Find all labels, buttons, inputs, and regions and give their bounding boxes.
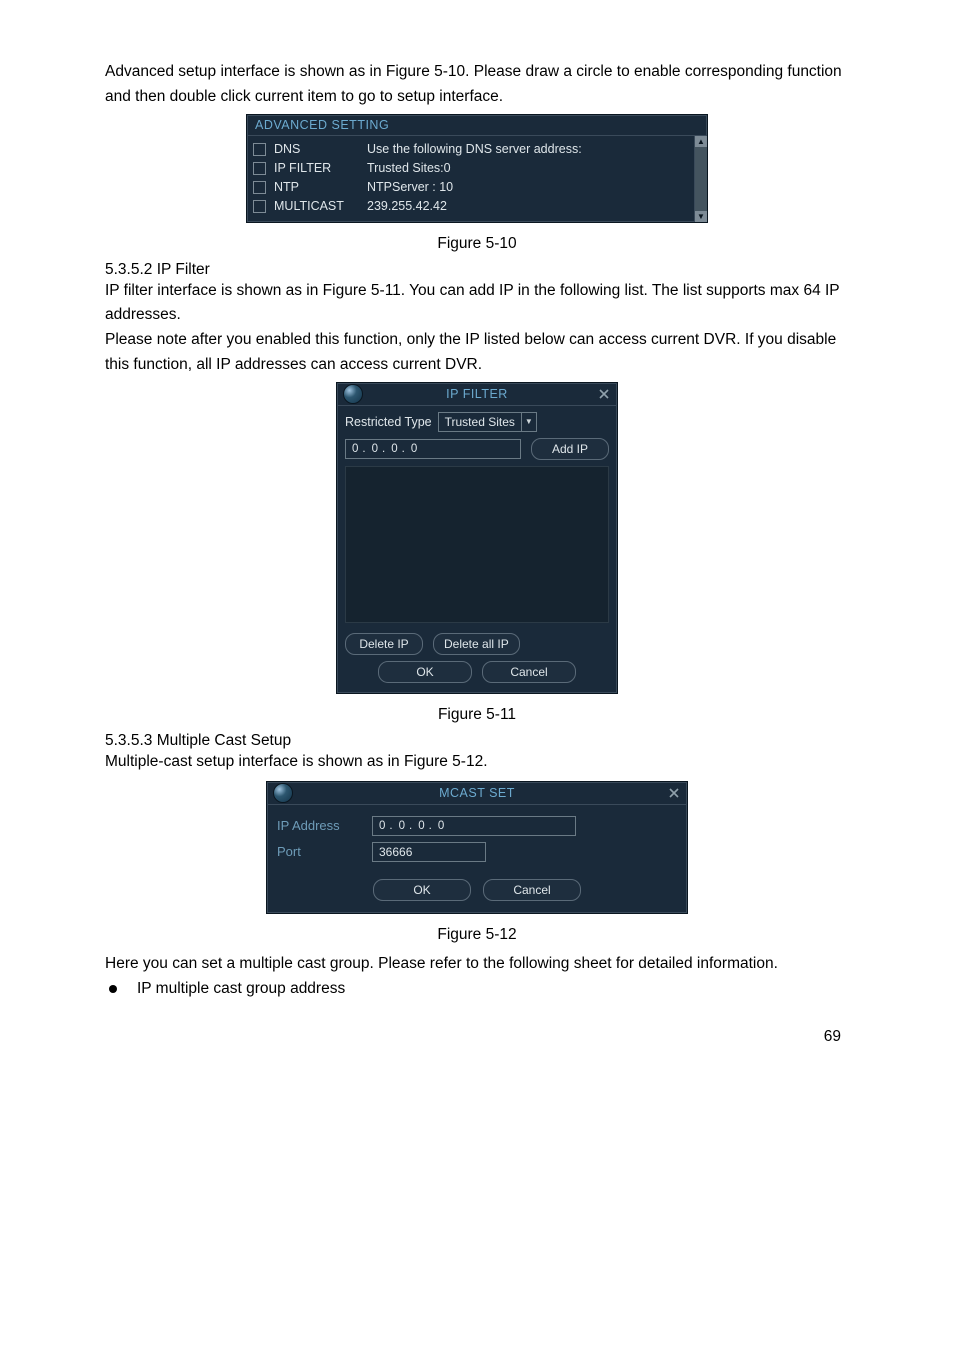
page-number: 69 xyxy=(105,1028,849,1046)
advanced-desc-list: Use the following DNS server address: Tr… xyxy=(367,140,701,216)
scrollbar[interactable]: ▲ ▼ xyxy=(694,136,707,222)
restricted-type-combo[interactable]: Trusted Sites ▼ xyxy=(438,412,537,432)
ip-address-label: IP Address xyxy=(277,818,362,833)
port-input[interactable]: 36666 xyxy=(372,842,486,862)
advanced-item-desc: Use the following DNS server address: xyxy=(367,142,582,156)
advanced-item-desc: 239.255.42.42 xyxy=(367,199,447,213)
ip-octet[interactable]: 0 xyxy=(372,443,378,455)
advanced-item-label: IP FILTER xyxy=(274,161,331,175)
cancel-button[interactable]: Cancel xyxy=(482,661,576,683)
mcast-outro-paragraph: Here you can set a multiple cast group. … xyxy=(105,952,849,977)
ip-octet[interactable]: 0 xyxy=(418,820,424,832)
delete-ip-button[interactable]: Delete IP xyxy=(345,633,423,655)
advanced-item-ipfilter[interactable]: IP FILTER xyxy=(253,159,353,178)
figure-caption: Figure 5-11 xyxy=(105,706,849,724)
ip-list[interactable] xyxy=(345,466,609,623)
mcast-titlebar: MCAST SET xyxy=(267,782,687,805)
mcast-heading: 5.3.5.3 Multiple Cast Setup xyxy=(105,732,849,750)
close-icon[interactable] xyxy=(667,786,681,800)
intro-paragraph: Advanced setup interface is shown as in … xyxy=(105,60,849,110)
cancel-button[interactable]: Cancel xyxy=(483,879,581,901)
checkbox-icon[interactable] xyxy=(253,143,266,156)
ip-octet[interactable]: 0 xyxy=(399,820,405,832)
advanced-setting-panel: ADVANCED SETTING DNS IP FILTER NTP MULTI… xyxy=(246,114,708,223)
ip-octet[interactable]: 0 xyxy=(391,443,397,455)
mcast-ip-input[interactable]: 0 . 0 . 0 . 0 xyxy=(372,816,576,836)
ip-octet[interactable]: 0 xyxy=(411,443,417,455)
delete-all-ip-button[interactable]: Delete all IP xyxy=(433,633,520,655)
app-orb-icon xyxy=(273,783,293,803)
advanced-item-list: DNS IP FILTER NTP MULTICAST xyxy=(253,140,353,216)
port-label: Port xyxy=(277,844,362,859)
scroll-down-icon[interactable]: ▼ xyxy=(695,211,707,222)
add-ip-button[interactable]: Add IP xyxy=(531,438,609,460)
restricted-type-label: Restricted Type xyxy=(345,415,432,429)
ip-address-input[interactable]: 0 . 0 . 0 . 0 xyxy=(345,439,521,459)
ok-button[interactable]: OK xyxy=(373,879,471,901)
ip-octet[interactable]: 0 xyxy=(438,820,444,832)
checkbox-icon[interactable] xyxy=(253,200,266,213)
bullet-text: IP multiple cast group address xyxy=(137,980,345,998)
advanced-item-label: NTP xyxy=(274,180,299,194)
ipfilter-paragraph-1: IP filter interface is shown as in Figur… xyxy=(105,279,849,329)
ok-button[interactable]: OK xyxy=(378,661,472,683)
advanced-item-multicast[interactable]: MULTICAST xyxy=(253,197,353,216)
advanced-item-desc: NTPServer : 10 xyxy=(367,180,453,194)
ip-filter-panel: IP FILTER Restricted Type Trusted Sites … xyxy=(336,382,618,694)
advanced-item-dns[interactable]: DNS xyxy=(253,140,353,159)
chevron-down-icon[interactable]: ▼ xyxy=(521,413,536,431)
mcast-title: MCAST SET xyxy=(267,786,687,800)
ip-octet[interactable]: 0 xyxy=(352,443,358,455)
figure-caption: Figure 5-10 xyxy=(105,235,849,253)
figure-caption: Figure 5-12 xyxy=(105,926,849,944)
mcast-intro-paragraph: Multiple-cast setup interface is shown a… xyxy=(105,750,849,775)
checkbox-icon[interactable] xyxy=(253,181,266,194)
advanced-item-label: DNS xyxy=(274,142,300,156)
ip-filter-titlebar: IP FILTER xyxy=(337,383,617,406)
combo-value: Trusted Sites xyxy=(439,415,521,429)
advanced-setting-title: ADVANCED SETTING xyxy=(247,115,707,135)
advanced-item-label: MULTICAST xyxy=(274,199,344,213)
scroll-thumb[interactable] xyxy=(695,147,707,211)
scroll-up-icon[interactable]: ▲ xyxy=(695,136,707,147)
checkbox-icon[interactable] xyxy=(253,162,266,175)
ip-octet[interactable]: 0 xyxy=(379,820,385,832)
mcast-panel: MCAST SET IP Address 0 . 0 . 0 . 0 Port xyxy=(266,781,688,914)
app-orb-icon xyxy=(343,384,363,404)
advanced-item-desc: Trusted Sites:0 xyxy=(367,161,451,175)
advanced-item-ntp[interactable]: NTP xyxy=(253,178,353,197)
ipfilter-paragraph-2: Please note after you enabled this funct… xyxy=(105,328,849,378)
port-value: 36666 xyxy=(379,845,412,859)
close-icon[interactable] xyxy=(597,387,611,401)
ip-filter-heading: 5.3.5.2 IP Filter xyxy=(105,261,849,279)
bullet-item: IP multiple cast group address xyxy=(105,980,849,998)
ip-filter-title: IP FILTER xyxy=(337,387,617,401)
bullet-icon xyxy=(109,985,117,993)
